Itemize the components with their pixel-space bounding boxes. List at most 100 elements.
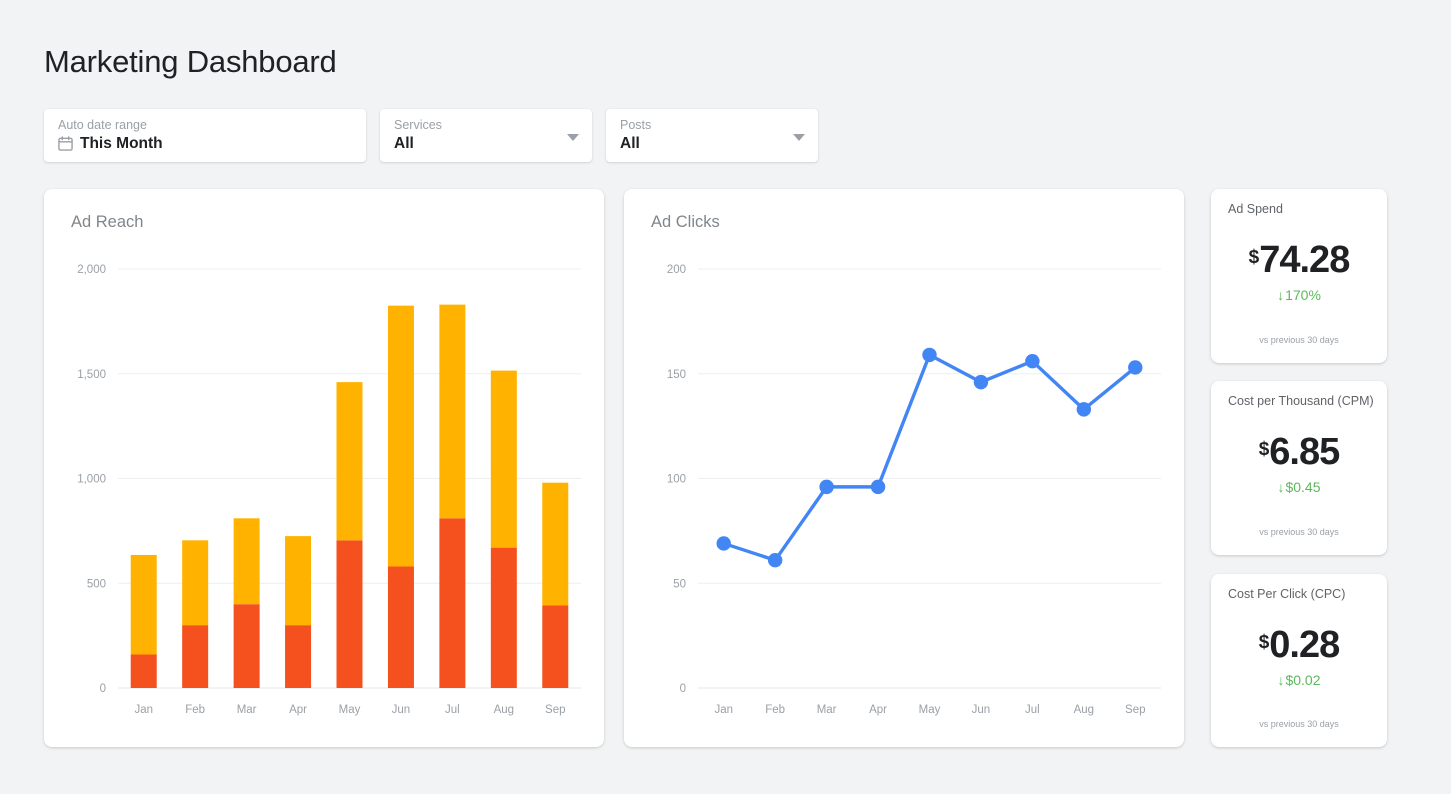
filter-services-label: Services (394, 118, 442, 132)
bar-segment[interactable] (387, 305, 414, 567)
page-title: Marketing Dashboard (44, 44, 337, 79)
kpi-card-cpm[interactable]: Cost per Thousand (CPM) $ 6.85 ↓$0.45 vs… (1211, 381, 1387, 555)
x-axis-tick-label: Jan (134, 704, 153, 716)
bar-segment[interactable] (182, 625, 209, 688)
data-point[interactable] (819, 479, 834, 495)
kpi-value-row: $ 74.28 (1211, 241, 1387, 279)
data-point[interactable] (716, 536, 731, 551)
ad-clicks-chart[interactable]: 0 50 100 150 200 Jan Feb Mar Apr May Jun Jul Aug Sep (624, 189, 1184, 747)
y-axis-tick-label: 50 (673, 578, 686, 590)
filter-services-value: All (394, 135, 414, 152)
kpi-value-row: $ 0.28 (1211, 626, 1387, 664)
bar-segment[interactable] (130, 654, 157, 688)
kpi-title: Cost per Thousand (CPM) (1228, 394, 1374, 408)
y-axis-tick-label: 200 (667, 264, 686, 276)
kpi-value: 0.28 (1269, 624, 1340, 666)
kpi-delta: ↓$0.02 (1211, 672, 1387, 688)
bar-segment[interactable] (285, 625, 312, 688)
filter-services-value-row: All (394, 134, 578, 153)
kpi-subtitle: vs previous 30 days (1259, 335, 1339, 345)
kpi-value: 74.28 (1259, 239, 1350, 281)
chevron-down-icon[interactable] (793, 133, 805, 141)
filter-date-range[interactable]: Auto date range This Month (44, 109, 366, 162)
kpi-delta-value: $0.02 (1285, 672, 1321, 688)
data-point[interactable] (870, 479, 886, 495)
bar-segment[interactable] (490, 370, 517, 548)
filter-posts[interactable]: Posts All (606, 109, 818, 162)
kpi-currency: $ (1258, 632, 1270, 653)
bar-segment[interactable] (130, 554, 157, 655)
arrow-down-icon: ↓ (1277, 287, 1285, 303)
kpi-currency: $ (1248, 247, 1260, 268)
x-axis-tick-label: Jun (972, 704, 991, 716)
bar-segment[interactable] (439, 304, 466, 519)
kpi-delta-value: 170% (1285, 287, 1321, 303)
y-axis-tick-label: 500 (87, 578, 106, 590)
x-axis-tick-label: Feb (765, 704, 785, 716)
x-axis-tick-label: Feb (185, 704, 205, 716)
bar-segment[interactable] (387, 566, 414, 688)
x-axis-tick-label: Aug (494, 704, 514, 716)
bar-segment[interactable] (542, 605, 569, 688)
bar-segment[interactable] (233, 604, 260, 688)
x-axis-tick-label: Mar (237, 704, 257, 716)
kpi-card-ad-spend[interactable]: Ad Spend $ 74.28 ↓170% vs previous 30 da… (1211, 189, 1387, 363)
filter-date-range-value-row: This Month (58, 134, 352, 153)
x-axis-tick-label: Jul (1025, 704, 1040, 716)
filter-services[interactable]: Services All (380, 109, 592, 162)
bar-segment[interactable] (336, 382, 363, 541)
data-point[interactable] (767, 553, 783, 568)
filter-bar: Auto date range This Month Services All … (44, 109, 818, 162)
filter-posts-label: Posts (620, 118, 652, 132)
ad-reach-chart-svg[interactable]: 0 500 1,000 1,500 2,000 Jan Feb Mar Apr May Jun Jul… (44, 189, 604, 747)
x-axis-tick-label: Sep (1125, 704, 1145, 716)
bar-segment[interactable] (490, 547, 517, 688)
y-axis-tick-label: 0 (680, 683, 686, 695)
kpi-card-cpc[interactable]: Cost Per Click (CPC) $ 0.28 ↓$0.02 vs pr… (1211, 574, 1387, 747)
x-axis-tick-label: Mar (817, 704, 837, 716)
filter-date-range-label: Auto date range (58, 118, 147, 132)
data-point[interactable] (1128, 360, 1143, 375)
filter-posts-value-row: All (620, 134, 804, 153)
y-axis-tick-label: 2,000 (77, 264, 106, 276)
y-axis-tick-label: 100 (667, 474, 686, 486)
x-axis-tick-label: Jul (445, 704, 460, 716)
y-axis-tick-label: 1,000 (77, 474, 106, 486)
kpi-title: Cost Per Click (CPC) (1228, 587, 1346, 601)
x-axis-tick-label: Apr (289, 704, 307, 716)
kpi-value: 6.85 (1269, 431, 1340, 473)
x-axis-tick-label: Aug (1074, 704, 1094, 716)
data-point[interactable] (1076, 402, 1092, 417)
kpi-subtitle: vs previous 30 days (1259, 719, 1339, 729)
bar-segment[interactable] (336, 540, 363, 688)
bar-segment[interactable] (542, 482, 569, 606)
calendar-icon (58, 136, 73, 151)
arrow-down-icon: ↓ (1277, 479, 1285, 495)
data-point[interactable] (922, 347, 937, 363)
bar-segment[interactable] (439, 518, 466, 688)
data-point[interactable] (973, 374, 989, 390)
x-axis-tick-label: May (339, 704, 361, 716)
kpi-delta: ↓170% (1211, 287, 1387, 303)
dashboard-page: Marketing Dashboard Auto date range This… (0, 0, 1451, 794)
ad-reach-chart[interactable]: 0 500 1,000 1,500 2,000 Jan Feb Mar Apr May Jun Jul… (44, 189, 604, 747)
x-axis-tick-label: Apr (869, 704, 887, 716)
ad-clicks-chart-svg[interactable]: 0 50 100 150 200 Jan Feb Mar Apr May Jun Jul Aug Sep (624, 189, 1184, 747)
panel-ad-clicks: Ad Clicks 0 50 100 150 200 Jan Feb Mar Apr May Jun… (624, 189, 1184, 747)
filter-posts-value: All (620, 135, 640, 152)
panel-ad-reach: Ad Reach 0 500 1,000 1,500 2,000 Jan Feb Mar Apr… (44, 189, 604, 747)
data-point[interactable] (1025, 353, 1040, 369)
chevron-down-icon[interactable] (567, 133, 579, 141)
x-axis-tick-label: May (919, 704, 941, 716)
bar-segment[interactable] (233, 518, 260, 605)
kpi-value-row: $ 6.85 (1211, 433, 1387, 471)
kpi-title: Ad Spend (1228, 202, 1283, 216)
bar-segment[interactable] (182, 540, 209, 626)
bar-segment[interactable] (285, 536, 312, 626)
x-axis-tick-label: Jun (392, 704, 411, 716)
kpi-currency: $ (1258, 439, 1270, 460)
y-axis-tick-label: 1,500 (77, 369, 106, 381)
y-axis-tick-label: 0 (100, 683, 106, 695)
line-series (722, 353, 1137, 562)
filter-date-range-value: This Month (80, 135, 163, 152)
